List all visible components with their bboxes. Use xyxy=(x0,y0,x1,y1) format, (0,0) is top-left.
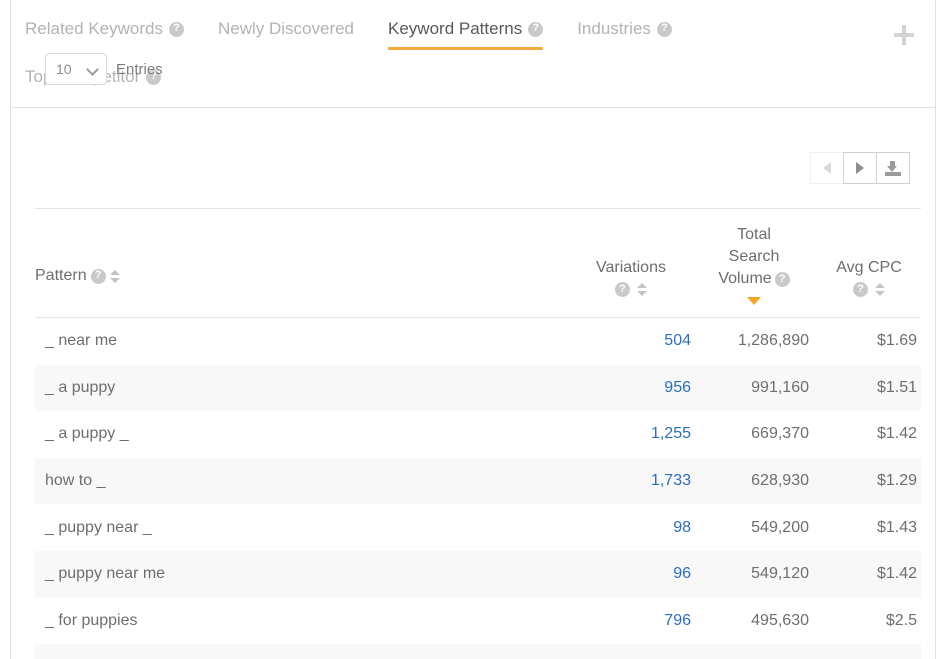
table-row[interactable]: _ near me 504 1,286,890 $1.69 xyxy=(35,318,921,365)
sort-toggle-icon[interactable] xyxy=(109,269,120,284)
tab-label: Newly Discovered xyxy=(217,19,355,38)
help-glyph: ? xyxy=(94,269,102,281)
help-icon[interactable]: ? xyxy=(656,21,672,37)
cell-pattern: how to _ xyxy=(45,472,106,490)
tab-related-keywords[interactable]: Related Keywords ? xyxy=(25,14,184,50)
content-panel: Related Keywords ? Newly Discovered Keyw… xyxy=(10,0,936,659)
cell-total-search-volume: 549,200 xyxy=(751,518,809,536)
column-label: Pattern xyxy=(35,267,87,284)
table-row[interactable]: _ a puppy _ 1,255 669,370 $1.42 xyxy=(35,411,921,458)
cell-avg-cpc: $2.5 xyxy=(885,611,917,629)
keyword-patterns-page: Related Keywords ? Newly Discovered Keyw… xyxy=(0,0,944,659)
cell-total-search-volume: 1,286,890 xyxy=(737,332,809,350)
cell-avg-cpc: $1.42 xyxy=(876,565,917,583)
pagination-controls xyxy=(810,152,910,184)
table-toolbar xyxy=(11,108,935,208)
column-label-line3: Volume xyxy=(718,270,772,287)
column-header-total-search-volume[interactable]: Total Search Volume ? xyxy=(699,224,809,313)
cell-pattern: _ puppy near _ xyxy=(45,518,152,536)
add-tab-button[interactable] xyxy=(891,22,917,48)
triangle-right-icon xyxy=(856,162,864,174)
active-tab-underline xyxy=(388,47,544,50)
column-header-avg-cpc[interactable]: Avg CPC ? xyxy=(821,257,917,313)
help-glyph: ? xyxy=(857,282,864,295)
keyword-patterns-table: Pattern ? Variations ? Total Search Volu… xyxy=(35,208,921,659)
help-icon[interactable]: ? xyxy=(168,21,184,37)
next-page-button[interactable] xyxy=(843,152,877,184)
triangle-left-icon xyxy=(823,162,831,174)
help-glyph: ? xyxy=(661,22,668,34)
help-icon[interactable]: ? xyxy=(615,282,630,297)
sort-toggle-icon[interactable] xyxy=(637,282,647,297)
entries-label: Entries xyxy=(116,60,163,78)
chevron-down-icon xyxy=(86,63,99,76)
cell-pattern: _ puppy near me xyxy=(45,565,166,583)
sort-toggle-icon[interactable] xyxy=(875,282,885,297)
column-header-pattern[interactable]: Pattern ? xyxy=(35,265,571,313)
table-row[interactable]: _ a puppy 956 991,160 $1.51 xyxy=(35,364,921,412)
entries-value: 10 xyxy=(56,61,72,77)
help-icon[interactable]: ? xyxy=(774,272,790,287)
cell-variations-link[interactable]: 96 xyxy=(571,565,691,583)
cell-avg-cpc: $1.69 xyxy=(876,332,917,350)
prev-page-button[interactable] xyxy=(810,152,844,184)
entries-select[interactable]: 10 xyxy=(45,53,107,85)
cell-avg-cpc: $1.42 xyxy=(876,425,917,443)
cell-pattern: _ near me xyxy=(45,332,118,350)
tab-label: Industries xyxy=(577,19,651,38)
tab-keyword-patterns[interactable]: Keyword Patterns ? xyxy=(388,14,544,50)
help-icon[interactable]: ? xyxy=(90,268,106,284)
cell-avg-cpc: $1.29 xyxy=(876,472,917,490)
tab-label: Related Keywords xyxy=(25,19,163,38)
table-row[interactable]: _ for puppies 796 495,630 $2.5 xyxy=(35,598,921,645)
column-header-variations[interactable]: Variations ? xyxy=(571,257,691,313)
cell-avg-cpc: $1.51 xyxy=(876,378,917,396)
cell-variations-link[interactable]: 1,255 xyxy=(571,425,691,443)
cell-variations-link[interactable]: 956 xyxy=(571,379,691,397)
column-label-line2: Search xyxy=(728,248,780,265)
cell-variations-link[interactable]: 98 xyxy=(571,519,691,537)
help-glyph: ? xyxy=(778,272,786,285)
cell-variations-link[interactable]: 1,733 xyxy=(571,472,691,490)
cell-pattern: _ a puppy _ xyxy=(45,425,129,443)
table-body: _ near me 504 1,286,890 $1.69 _ a puppy 956 99… xyxy=(35,318,921,659)
sort-descending-icon[interactable] xyxy=(747,297,761,305)
help-glyph: ? xyxy=(173,22,180,34)
column-header-icons: ? xyxy=(615,282,647,297)
table-row[interactable] xyxy=(35,644,921,659)
cell-total-search-volume: 628,930 xyxy=(751,472,809,490)
cell-total-search-volume: 549,120 xyxy=(751,565,809,583)
help-glyph: ? xyxy=(619,282,626,295)
table-row[interactable]: _ puppy near _ 98 549,200 $1.43 xyxy=(35,504,921,551)
cell-variations-link[interactable]: 504 xyxy=(571,332,691,350)
column-label-line3-wrap: Volume ? xyxy=(718,268,790,290)
tab-industries[interactable]: Industries ? xyxy=(577,14,672,50)
column-label: Avg CPC xyxy=(836,259,902,276)
tab-newly-discovered[interactable]: Newly Discovered xyxy=(218,14,354,50)
column-label: Variations xyxy=(596,259,666,276)
download-icon xyxy=(885,160,901,176)
column-header-icons: ? xyxy=(853,282,885,297)
help-icon[interactable]: ? xyxy=(528,21,544,37)
cell-variations-link[interactable]: 796 xyxy=(571,612,691,630)
tab-row-primary: Related Keywords ? Newly Discovered Keyw… xyxy=(11,14,935,50)
cell-avg-cpc: $1.43 xyxy=(876,518,917,536)
entries-control: 10 Entries xyxy=(45,53,163,85)
table-header-row: Pattern ? Variations ? Total Search Volu… xyxy=(35,208,921,318)
cell-pattern: _ a puppy xyxy=(45,378,116,396)
cell-total-search-volume: 991,160 xyxy=(751,378,809,396)
cell-total-search-volume: 669,370 xyxy=(751,425,809,443)
table-row[interactable]: how to _ 1,733 628,930 $1.29 xyxy=(35,457,921,505)
help-icon[interactable]: ? xyxy=(853,282,868,297)
column-label-line1: Total xyxy=(737,226,771,243)
table-row[interactable]: _ puppy near me 96 549,120 $1.42 xyxy=(35,550,921,598)
cell-total-search-volume: 495,630 xyxy=(751,611,809,629)
tab-label: Keyword Patterns xyxy=(388,19,523,38)
help-glyph: ? xyxy=(532,22,540,34)
download-button[interactable] xyxy=(876,152,910,184)
cell-pattern: _ for puppies xyxy=(45,611,138,629)
